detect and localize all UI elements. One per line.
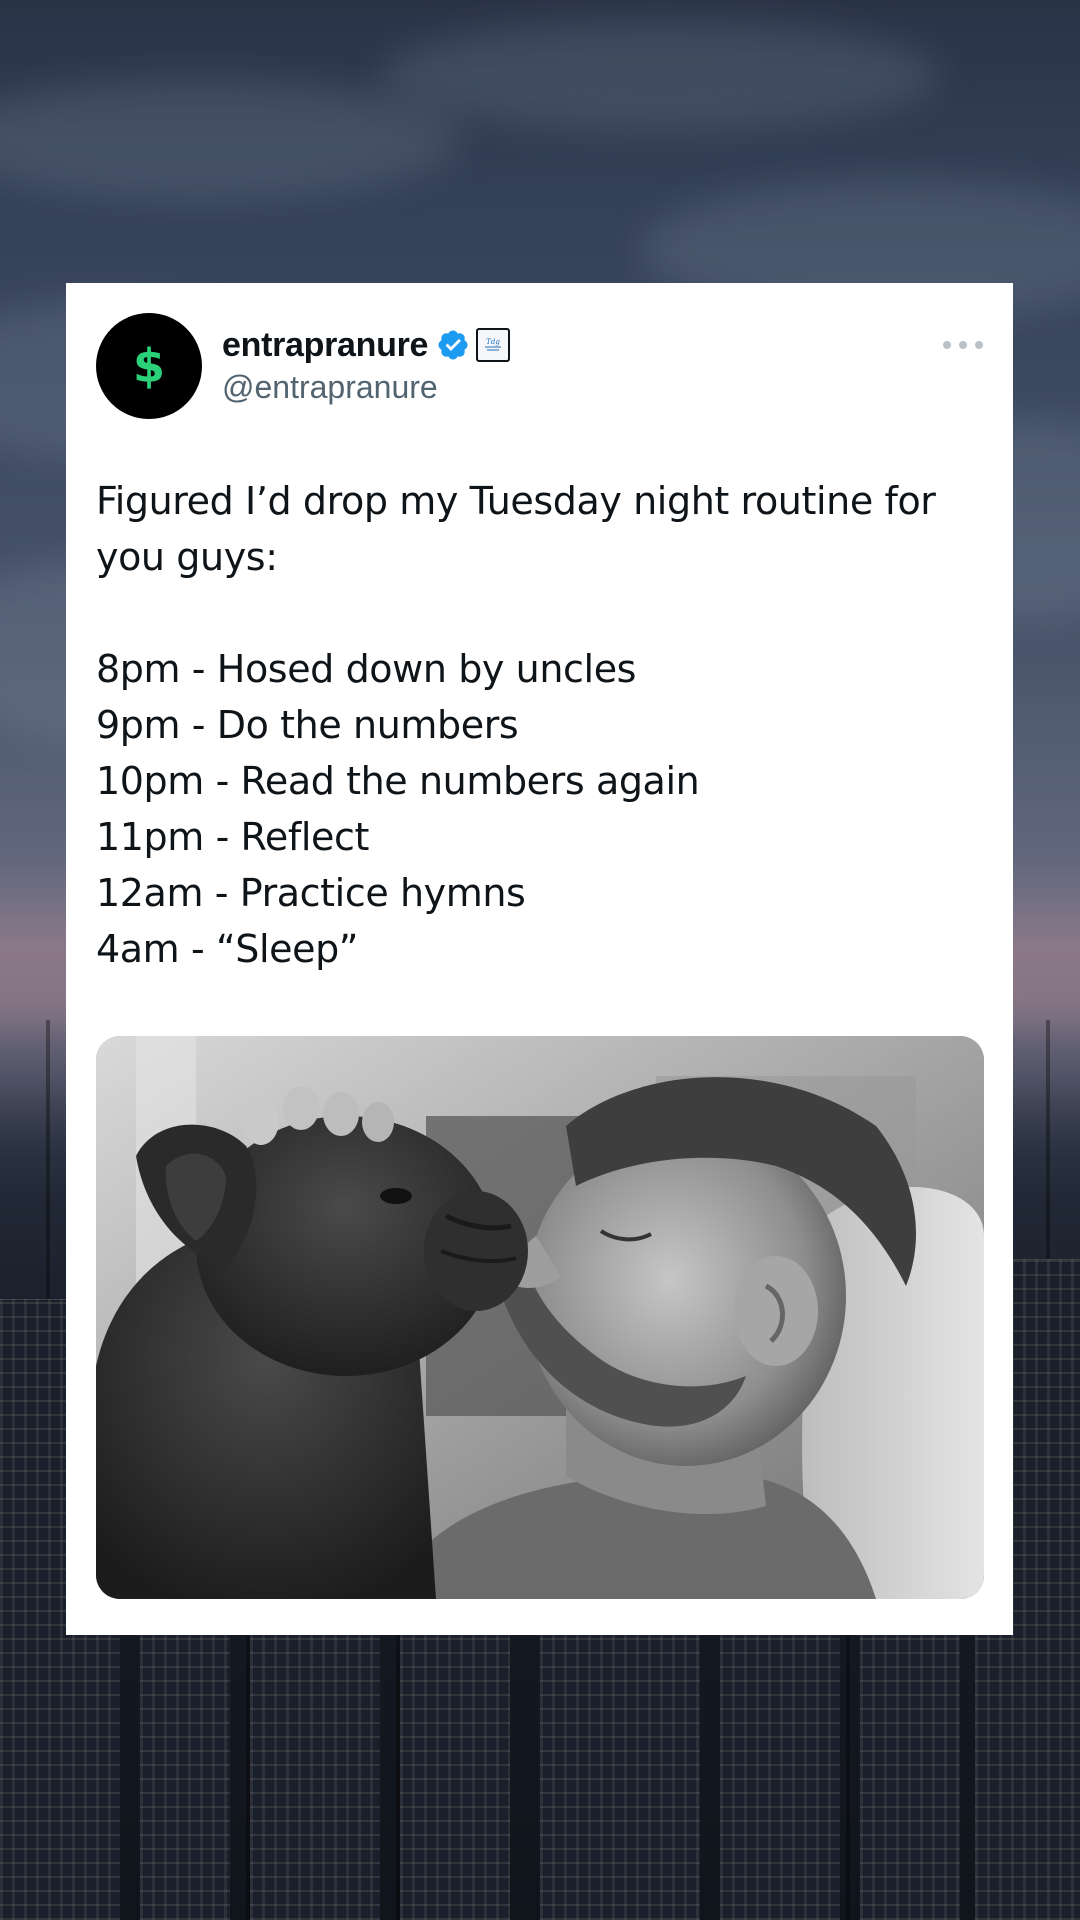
tweet-card[interactable]: $ entrapranure Tdg @entrapranure Figured… <box>66 283 1013 1635</box>
user-handle[interactable]: @entrapranure <box>222 369 438 406</box>
display-name[interactable]: entrapranure <box>222 326 428 365</box>
dollar-sign-icon: $ <box>132 339 165 393</box>
verified-badge-icon <box>438 330 468 360</box>
tweet-photo[interactable] <box>96 1036 984 1599</box>
avatar[interactable]: $ <box>96 313 202 419</box>
affiliate-logo-icon: Tdg <box>485 338 502 351</box>
text-spacer <box>96 585 986 641</box>
photo-man-with-dog <box>96 1036 984 1599</box>
schedule-line: 11pm - Reflect <box>96 815 369 859</box>
svg-text:Tdg: Tdg <box>486 338 500 346</box>
more-dot <box>959 341 967 349</box>
more-dot <box>975 341 983 349</box>
author-name-row: entrapranure Tdg <box>222 323 511 367</box>
schedule-line: 10pm - Read the numbers again <box>96 759 700 803</box>
schedule-line: 9pm - Do the numbers <box>96 703 519 747</box>
schedule-line: 8pm - Hosed down by uncles <box>96 647 637 691</box>
more-options-icon[interactable] <box>943 339 983 351</box>
more-dot <box>943 341 951 349</box>
schedule-line: 12am - Practice hymns <box>96 871 526 915</box>
schedule-line: 4am - “Sleep” <box>96 927 359 971</box>
tweet-intro: Figured I’d drop my Tuesday night routin… <box>96 479 936 579</box>
affiliate-badge-icon[interactable]: Tdg <box>476 328 511 362</box>
tweet-text: Figured I’d drop my Tuesday night routin… <box>96 473 986 977</box>
